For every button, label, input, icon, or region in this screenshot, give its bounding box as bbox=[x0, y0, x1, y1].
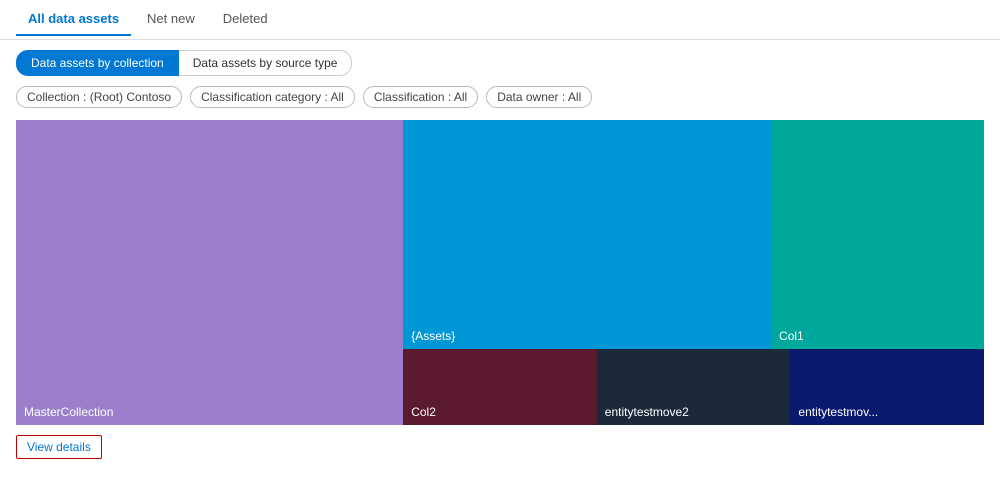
treemap: MasterCollection {Assets} Col1 Col2 entityte… bbox=[16, 120, 984, 425]
tab-deleted[interactable]: Deleted bbox=[211, 3, 280, 36]
treemap-cell-label-master-collection: MasterCollection bbox=[24, 405, 113, 419]
filter-classification-category[interactable]: Classification category : All bbox=[190, 86, 355, 108]
treemap-cell-entitytestmove2[interactable]: entitytestmove2 bbox=[597, 349, 791, 425]
treemap-cell-label-entitytestmov: entitytestmov... bbox=[798, 405, 878, 419]
tab-net-new[interactable]: Net new bbox=[135, 3, 207, 36]
treemap-cell-col2[interactable]: Col2 bbox=[403, 349, 597, 425]
toggle-group: Data assets by collection Data assets by… bbox=[16, 50, 352, 76]
filter-collection[interactable]: Collection : (Root) Contoso bbox=[16, 86, 182, 108]
treemap-cell-label-col2: Col2 bbox=[411, 405, 436, 419]
view-details-bar: View details bbox=[0, 425, 1000, 469]
filter-classification[interactable]: Classification : All bbox=[363, 86, 478, 108]
toggle-bar: Data assets by collection Data assets by… bbox=[0, 40, 1000, 82]
toggle-by-source-type[interactable]: Data assets by source type bbox=[179, 50, 353, 76]
treemap-cell-col1[interactable]: Col1 bbox=[771, 120, 984, 349]
filter-data-owner[interactable]: Data owner : All bbox=[486, 86, 592, 108]
filter-bar: Collection : (Root) Contoso Classificati… bbox=[0, 82, 1000, 116]
treemap-cell-entitytestmov[interactable]: entitytestmov... bbox=[790, 349, 984, 425]
tab-all-data-assets[interactable]: All data assets bbox=[16, 3, 131, 36]
treemap-cell-master-collection[interactable]: MasterCollection bbox=[16, 120, 403, 425]
treemap-cell-assets[interactable]: {Assets} bbox=[403, 120, 771, 349]
view-details-button[interactable]: View details bbox=[16, 435, 102, 459]
toggle-by-collection[interactable]: Data assets by collection bbox=[16, 50, 179, 76]
top-tabs: All data assets Net new Deleted bbox=[0, 0, 1000, 40]
treemap-cell-label-col1: Col1 bbox=[779, 329, 804, 343]
treemap-cell-label-entitytestmove2: entitytestmove2 bbox=[605, 405, 689, 419]
treemap-cell-label-assets: {Assets} bbox=[411, 329, 455, 343]
